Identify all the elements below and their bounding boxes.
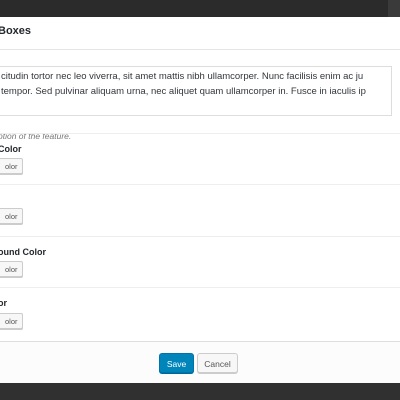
- divider: [0, 236, 400, 237]
- backdrop-stripe: [388, 0, 400, 17]
- save-button[interactable]: Save: [159, 353, 194, 373]
- divider: [0, 287, 400, 288]
- field-label-color: Color: [0, 144, 22, 154]
- backdrop-top: [0, 0, 400, 17]
- modal-title: Boxes: [0, 25, 32, 37]
- field-label-4: or: [0, 298, 7, 308]
- content-textarea[interactable]: citudin tortor nec leo viverra, sit amet…: [0, 66, 392, 116]
- select-color-button-2[interactable]: olor: [0, 208, 23, 224]
- select-color-button-4[interactable]: olor: [0, 313, 23, 329]
- modal-footer: Save Cancel: [0, 341, 400, 383]
- select-background-color-button[interactable]: olor: [0, 261, 23, 277]
- cancel-button[interactable]: Cancel: [197, 353, 238, 373]
- divider: [0, 133, 400, 134]
- modal-header: Boxes: [0, 17, 400, 50]
- modal-dialog: Boxes citudin tortor nec leo viverra, si…: [0, 17, 400, 383]
- textarea-line: tempor. Sed pulvinar aliquam urna, nec a…: [1, 86, 366, 97]
- divider: [0, 184, 400, 185]
- field-label-background-color: ound Color: [0, 247, 46, 257]
- select-color-button[interactable]: olor: [0, 158, 23, 174]
- backdrop-bottom: [0, 383, 400, 400]
- textarea-line: citudin tortor nec leo viverra, sit amet…: [1, 71, 364, 82]
